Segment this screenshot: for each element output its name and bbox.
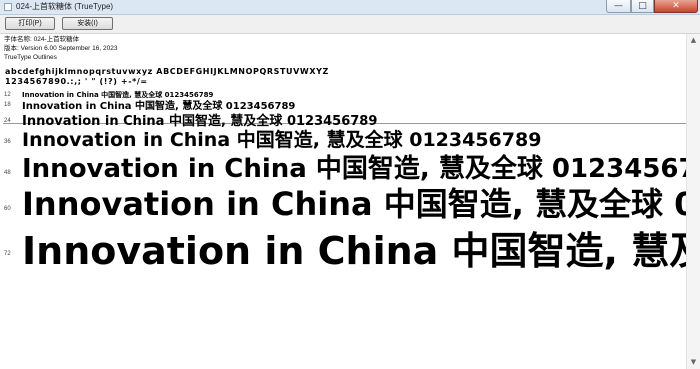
character-set-letters: abcdefghijklmnopqrstuvwxyz ABCDEFGHIJKLM… [5, 67, 329, 76]
scroll-up-icon[interactable]: ▲ [687, 34, 700, 47]
maximize-icon: □ [638, 1, 647, 11]
maximize-button[interactable]: □ [631, 0, 654, 13]
toolbar: 打印(P) 安装(I) [0, 15, 700, 34]
sample-text-72: Innovation in China 中国智造, 慧及全球 012345678… [22, 229, 700, 273]
print-button[interactable]: 打印(P) [5, 17, 55, 30]
size-label-36: 36 [4, 139, 11, 145]
vertical-scrollbar[interactable]: ▲ ▼ [686, 34, 700, 369]
character-set-digits: 1234567890.:,; ' " (!?) +-*/= [5, 77, 148, 86]
size-label-60: 60 [4, 206, 11, 212]
title-bar[interactable]: 024-上首软糖体 (TrueType) — □ ✕ [0, 0, 700, 15]
size-label-72: 72 [4, 251, 11, 257]
close-button[interactable]: ✕ [654, 0, 698, 13]
font-name-line: 字体名称: 024-上首软糖体 [4, 36, 80, 43]
size-label-18: 18 [4, 102, 11, 108]
font-version-line: 版本: Version 6.00 September 16, 2023 [4, 45, 118, 52]
window-title: 024-上首软糖体 (TrueType) [16, 2, 114, 11]
size-label-48: 48 [4, 170, 11, 176]
font-viewer-window: 024-上首软糖体 (TrueType) — □ ✕ 打印(P) 安装(I) 字… [0, 0, 700, 369]
scroll-down-icon[interactable]: ▼ [687, 356, 700, 369]
font-type-line: TrueType Outlines [4, 54, 57, 61]
font-preview-area: 字体名称: 024-上首软糖体 版本: Version 6.00 Septemb… [0, 34, 700, 369]
size-label-24: 24 [4, 118, 11, 124]
app-icon [4, 3, 12, 11]
minimize-icon: — [614, 1, 623, 11]
install-button[interactable]: 安装(I) [62, 17, 113, 30]
size-label-12: 12 [4, 92, 11, 98]
close-icon: ✕ [672, 1, 680, 11]
minimize-button[interactable]: — [606, 0, 631, 13]
sample-text-60: Innovation in China 中国智造, 慧及全球 012345678… [22, 185, 700, 223]
